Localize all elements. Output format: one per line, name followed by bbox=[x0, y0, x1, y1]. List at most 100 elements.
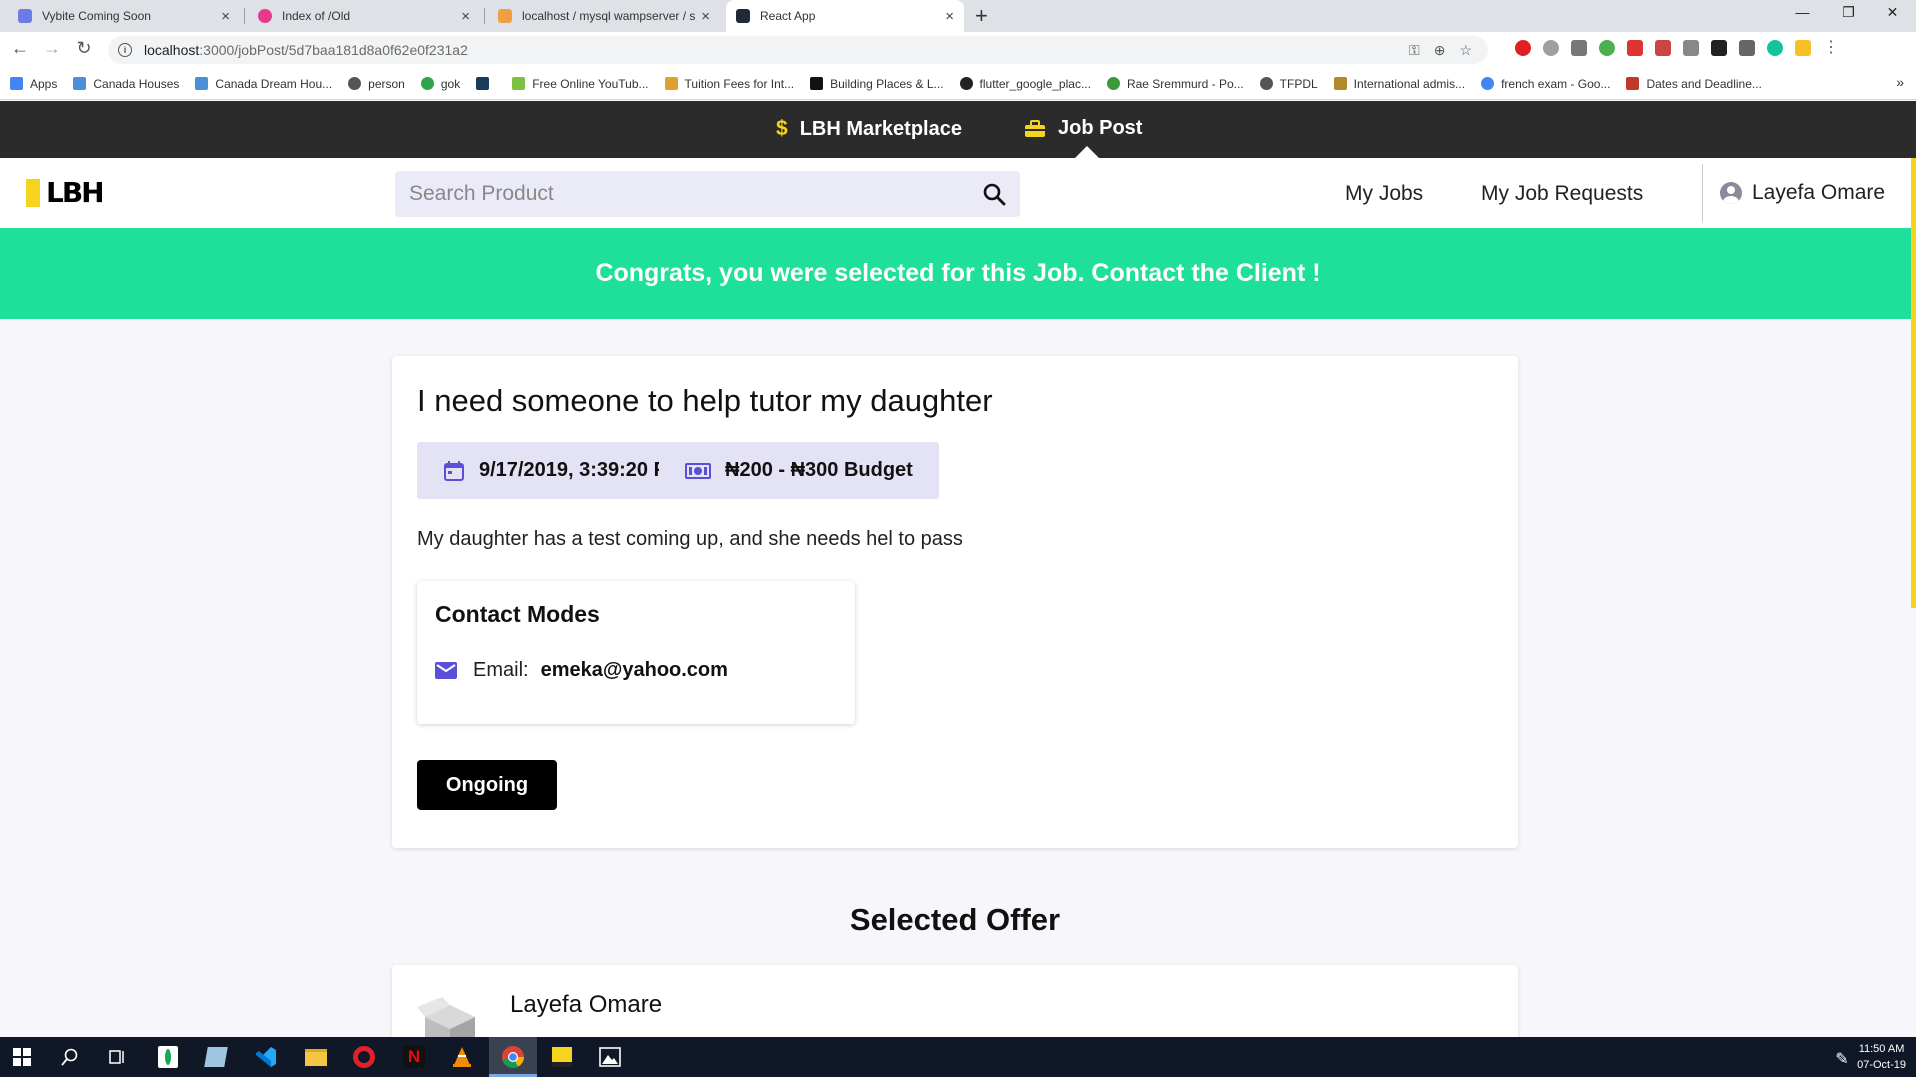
extension-icon[interactable] bbox=[1795, 40, 1811, 56]
bookmark-item[interactable]: Tuition Fees for Int... bbox=[664, 77, 794, 91]
my-jobs-link[interactable]: My Jobs bbox=[1345, 182, 1423, 206]
reload-icon[interactable]: ↻ bbox=[72, 38, 96, 59]
close-window-button[interactable]: ✕ bbox=[1870, 4, 1915, 21]
my-job-requests-link[interactable]: My Job Requests bbox=[1481, 182, 1643, 206]
forward-arrow-icon[interactable]: → bbox=[40, 38, 64, 59]
medium-icon bbox=[810, 77, 824, 90]
camera-extension-icon[interactable] bbox=[1683, 40, 1699, 56]
bookmark-item[interactable]: TFPDL bbox=[1259, 77, 1318, 91]
tab-separator bbox=[484, 8, 485, 24]
key-icon[interactable]: ⚿ bbox=[1409, 42, 1420, 59]
logo[interactable]: LBH bbox=[26, 176, 105, 209]
bookmark-item[interactable]: Free Online YouTub... bbox=[512, 76, 649, 91]
task-view-icon[interactable] bbox=[106, 1045, 130, 1069]
address-bar[interactable]: i localhost:3000/jobPost/5d7baa181d8a0f6… bbox=[108, 36, 1488, 64]
bookmark-item[interactable]: gok bbox=[420, 77, 460, 91]
bookmark-item[interactable]: Canada Dream Hou... bbox=[195, 77, 332, 91]
bookmark-favicon-icon bbox=[1106, 77, 1120, 90]
react-favicon-icon bbox=[736, 9, 750, 23]
close-icon[interactable]: × bbox=[945, 8, 954, 25]
windows-start-icon[interactable] bbox=[10, 1045, 34, 1069]
grammarly-icon[interactable] bbox=[1767, 40, 1783, 56]
bookmark-label: flutter_google_plac... bbox=[979, 76, 1091, 91]
restore-button[interactable]: ❐ bbox=[1826, 4, 1871, 21]
house-icon bbox=[195, 77, 209, 90]
bookmark-item[interactable]: Rae Sremmurd - Po... bbox=[1106, 76, 1244, 91]
extension-icon[interactable] bbox=[1739, 40, 1755, 56]
search-icon[interactable] bbox=[58, 1045, 82, 1069]
mongodb-icon[interactable] bbox=[156, 1045, 180, 1069]
tab-favicon-icon bbox=[258, 9, 272, 23]
chrome-icon[interactable] bbox=[501, 1045, 525, 1069]
search-input[interactable] bbox=[409, 182, 982, 206]
browser-tab[interactable]: Vybite Coming Soon × bbox=[8, 0, 240, 32]
crest-icon bbox=[1333, 77, 1347, 90]
system-clock[interactable]: 11:50 AM 07-Oct-19 bbox=[1857, 1041, 1906, 1073]
netflix-icon[interactable]: N bbox=[402, 1045, 426, 1069]
bookmark-label: Dates and Deadline... bbox=[1646, 76, 1762, 91]
browser-tab[interactable]: Index of /Old × bbox=[248, 0, 480, 32]
vpn-extension-icon[interactable] bbox=[1571, 40, 1587, 56]
mail-icon bbox=[435, 662, 457, 679]
contact-modes-title: Contact Modes bbox=[435, 601, 600, 627]
bookmark-item[interactable]: Dates and Deadline... bbox=[1626, 76, 1762, 91]
browser-tab[interactable]: localhost / mysql wampserver / s × bbox=[488, 0, 720, 32]
file-explorer-icon[interactable] bbox=[304, 1045, 328, 1069]
new-tab-button[interactable]: + bbox=[975, 3, 988, 29]
bookmark-apps[interactable]: Apps bbox=[10, 77, 57, 91]
tab-separator bbox=[244, 8, 245, 24]
job-post-link[interactable]: Job Post bbox=[1024, 117, 1142, 140]
apps-grid-icon bbox=[10, 77, 23, 90]
vlc-icon[interactable] bbox=[450, 1045, 474, 1069]
extension-icon[interactable] bbox=[1543, 40, 1559, 56]
marketplace-link[interactable]: $ LBH Marketplace bbox=[776, 117, 962, 141]
page-scrollbar[interactable] bbox=[1911, 158, 1916, 608]
ongoing-status-button[interactable]: Ongoing bbox=[417, 760, 557, 810]
bookmark-label: Rae Sremmurd - Po... bbox=[1126, 76, 1244, 91]
menu-icon[interactable]: ⋮ bbox=[1823, 40, 1839, 56]
bookmark-favicon-icon bbox=[476, 77, 490, 90]
close-icon[interactable]: × bbox=[461, 8, 470, 25]
vscode-icon[interactable] bbox=[254, 1045, 278, 1069]
extension-icon[interactable] bbox=[1599, 40, 1615, 56]
close-icon[interactable]: × bbox=[701, 8, 710, 25]
bookmark-item[interactable]: french exam - Goo... bbox=[1481, 77, 1610, 91]
browser-tab-active[interactable]: React App × bbox=[726, 0, 964, 32]
sticky-notes-icon[interactable] bbox=[550, 1045, 574, 1069]
photos-icon[interactable] bbox=[598, 1045, 622, 1069]
selected-banner: Congrats, you were selected for this Job… bbox=[0, 228, 1916, 319]
browser-tab-bar: Vybite Coming Soon × Index of /Old × loc… bbox=[0, 0, 1916, 32]
search-icon[interactable] bbox=[982, 182, 1006, 206]
minimize-button[interactable]: — bbox=[1780, 4, 1825, 20]
star-icon[interactable]: ☆ bbox=[1459, 42, 1472, 59]
globe-icon bbox=[348, 77, 362, 90]
bookmark-item[interactable]: Canada Houses bbox=[73, 77, 179, 91]
bookmark-label: Canada Dream Hou... bbox=[215, 76, 333, 91]
bookmark-favicon-icon bbox=[664, 77, 678, 90]
bookmark-item[interactable]: International admis... bbox=[1333, 77, 1465, 91]
zoom-icon[interactable]: ⊕ bbox=[1434, 42, 1446, 59]
back-arrow-icon[interactable]: ← bbox=[8, 38, 32, 59]
user-menu[interactable]: Layefa Omare bbox=[1720, 181, 1885, 205]
tab-favicon-icon bbox=[498, 9, 512, 23]
opera-icon[interactable] bbox=[352, 1045, 376, 1069]
opera-extension-icon[interactable] bbox=[1515, 40, 1531, 56]
bookmark-item[interactable]: person bbox=[348, 77, 405, 91]
budget-chip: ₦200 - ₦300 Budget bbox=[659, 442, 939, 499]
banner-text: Congrats, you were selected for this Job… bbox=[595, 259, 1321, 287]
app-icon[interactable] bbox=[204, 1045, 228, 1069]
bookmark-item[interactable]: Building Places & L... bbox=[810, 77, 944, 91]
pdf-extension-icon[interactable] bbox=[1655, 40, 1671, 56]
email-value[interactable]: emeka@yahoo.com bbox=[541, 659, 728, 682]
more-bookmarks-icon[interactable]: » bbox=[1896, 74, 1904, 90]
bookmark-label: Free Online YouTub... bbox=[532, 76, 649, 91]
close-icon[interactable]: × bbox=[221, 8, 230, 25]
bookmark-item[interactable]: flutter_google_plac... bbox=[959, 76, 1091, 91]
cursor-extension-icon[interactable] bbox=[1711, 40, 1727, 56]
bookmark-item[interactable] bbox=[476, 77, 496, 90]
pen-icon[interactable]: ✎ bbox=[1830, 1047, 1854, 1071]
info-icon[interactable]: i bbox=[118, 43, 132, 57]
extension-icon[interactable] bbox=[1627, 40, 1643, 56]
job-description: My daughter has a test coming up, and sh… bbox=[417, 528, 963, 550]
tab-title: React App bbox=[760, 9, 816, 23]
